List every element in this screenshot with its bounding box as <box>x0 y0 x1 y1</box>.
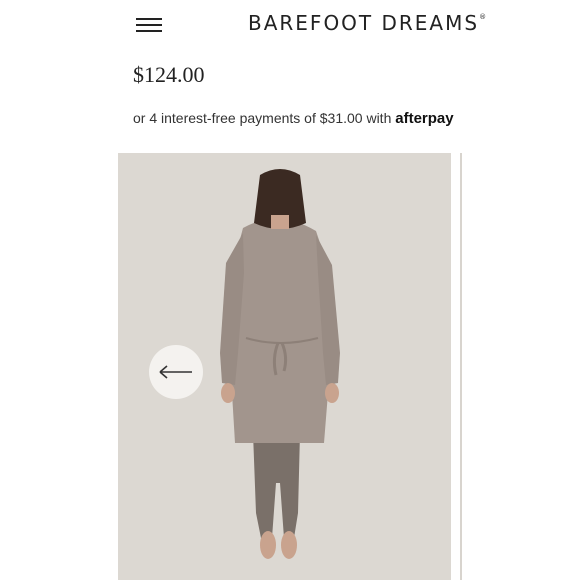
product-price: $124.00 <box>133 62 205 87</box>
site-header: BAREFOOT DREAMS® <box>0 0 580 52</box>
afterpay-logo[interactable]: afterpay <box>395 110 453 127</box>
brand-logo[interactable]: BAREFOOT DREAMS® <box>248 11 486 35</box>
hamburger-menu-icon <box>136 18 162 20</box>
arrow-left-icon <box>159 365 192 379</box>
hamburger-menu-button[interactable] <box>134 14 166 36</box>
afterpay-installments-text: or 4 interest-free payments of $31.00 wi… <box>133 110 454 127</box>
previous-image-button[interactable] <box>149 345 203 399</box>
next-gallery-image-edge <box>460 153 462 580</box>
